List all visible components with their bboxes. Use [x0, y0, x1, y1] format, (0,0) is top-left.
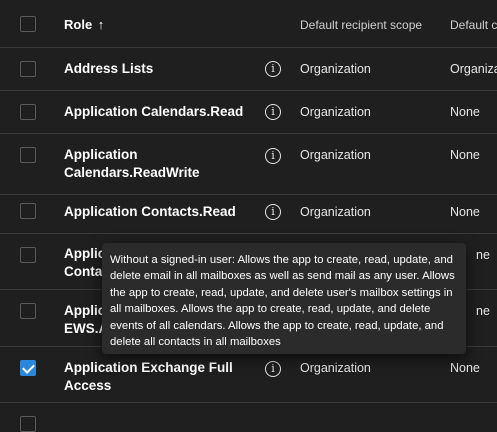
config-scope-value: None [450, 205, 480, 219]
row-checkbox[interactable] [20, 147, 36, 163]
role-name[interactable]: Address Lists [64, 60, 254, 78]
table-row[interactable]: Application Calendars.ReadWrite i Organi… [0, 134, 497, 195]
info-icon[interactable]: i [265, 104, 281, 120]
recipient-scope-value: Organization [300, 62, 371, 76]
role-name[interactable]: Application Calendars.Read [64, 103, 264, 121]
sort-ascending-icon: ↑ [97, 17, 105, 32]
config-scope-value: None [450, 361, 480, 375]
role-header-label: Role [64, 17, 93, 32]
role-column-header[interactable]: Role ↑ [64, 16, 184, 34]
row-checkbox[interactable] [20, 104, 36, 120]
roles-table: Role ↑ Default recipient scope Default c… [0, 0, 497, 432]
select-all-checkbox[interactable] [20, 16, 36, 32]
row-checkbox-checked[interactable] [20, 360, 36, 376]
row-checkbox[interactable] [20, 61, 36, 77]
info-icon[interactable]: i [265, 361, 281, 377]
role-description-tooltip: Without a signed-in user: Allows the app… [102, 243, 466, 354]
default-recipient-scope-header[interactable]: Default recipient scope [300, 18, 422, 32]
table-row[interactable]: Address Lists i Organization Organiza [0, 48, 497, 91]
config-scope-value: None [450, 105, 480, 119]
role-name[interactable]: Application Contacts.Read [64, 203, 264, 221]
row-checkbox[interactable] [20, 416, 36, 432]
info-icon[interactable]: i [265, 148, 281, 164]
recipient-scope-value: Organization [300, 205, 371, 219]
config-scope-value: Organiza [450, 62, 497, 76]
recipient-scope-value: Organization [300, 361, 371, 375]
config-scope-value: ne [476, 304, 490, 318]
tooltip-text: Without a signed-in user: Allows the app… [110, 254, 455, 349]
info-icon[interactable]: i [265, 204, 281, 220]
default-config-scope-header[interactable]: Default c [450, 18, 497, 32]
config-scope-value: ne [476, 248, 490, 262]
row-checkbox[interactable] [20, 247, 36, 263]
table-row[interactable]: Application Calendars.Read i Organizatio… [0, 91, 497, 134]
table-header: Role ↑ Default recipient scope Default c [0, 0, 497, 48]
table-row[interactable]: Application Exchange Full Access i Organ… [0, 347, 497, 403]
row-checkbox[interactable] [20, 203, 36, 219]
info-icon[interactable]: i [265, 61, 281, 77]
role-name[interactable]: Applic EWS.A [64, 302, 108, 338]
role-name[interactable]: Application Calendars.ReadWrite [64, 146, 214, 182]
recipient-scope-value: Organization [300, 105, 371, 119]
recipient-scope-value: Organization [300, 148, 371, 162]
table-row[interactable]: Application Contacts.Read i Organization… [0, 195, 497, 234]
table-row[interactable] [0, 403, 497, 432]
role-name[interactable]: Application Exchange Full Access [64, 359, 244, 395]
row-checkbox[interactable] [20, 303, 36, 319]
role-name[interactable]: Applic Conta [64, 245, 105, 281]
config-scope-value: None [450, 148, 480, 162]
